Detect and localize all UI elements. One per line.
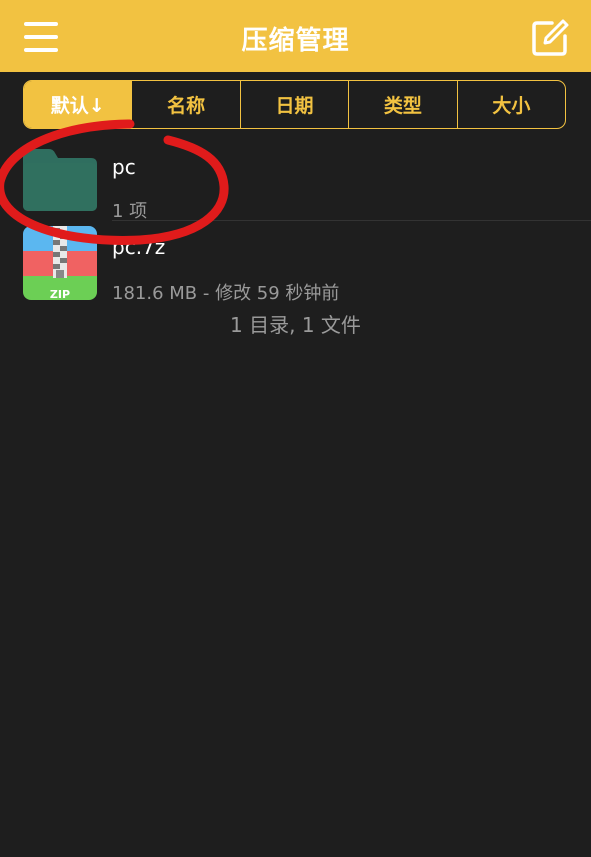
folder-icon — [23, 149, 97, 211]
sort-segmented-control: 默认↓ 名称 日期 类型 大小 — [23, 80, 566, 129]
file-name: pc — [112, 155, 136, 179]
sort-tab-default[interactable]: 默认↓ — [24, 81, 132, 128]
list-item-folder[interactable]: pc 1 项 — [0, 137, 591, 222]
file-meta: 181.6 MB - 修改 59 秒钟前 — [112, 283, 340, 304]
zip-label: ZIP — [50, 288, 70, 300]
sort-tab-name[interactable]: 名称 — [131, 81, 239, 128]
top-bar: 压缩管理 — [0, 0, 591, 72]
directory-summary: 1 目录, 1 文件 — [230, 313, 361, 337]
file-name: pc.7z — [112, 235, 166, 259]
zip-archive-icon: ZIP — [23, 226, 97, 300]
sort-tab-type[interactable]: 类型 — [348, 81, 456, 128]
sort-tab-date[interactable]: 日期 — [239, 81, 348, 128]
page-title: 压缩管理 — [241, 26, 350, 56]
list-item-archive[interactable]: ZIP pc.7z 181.6 MB - 修改 59 秒钟前 — [0, 221, 591, 305]
edit-icon — [532, 19, 569, 56]
edit-button[interactable] — [530, 18, 570, 58]
sort-tab-size[interactable]: 大小 — [456, 81, 565, 128]
